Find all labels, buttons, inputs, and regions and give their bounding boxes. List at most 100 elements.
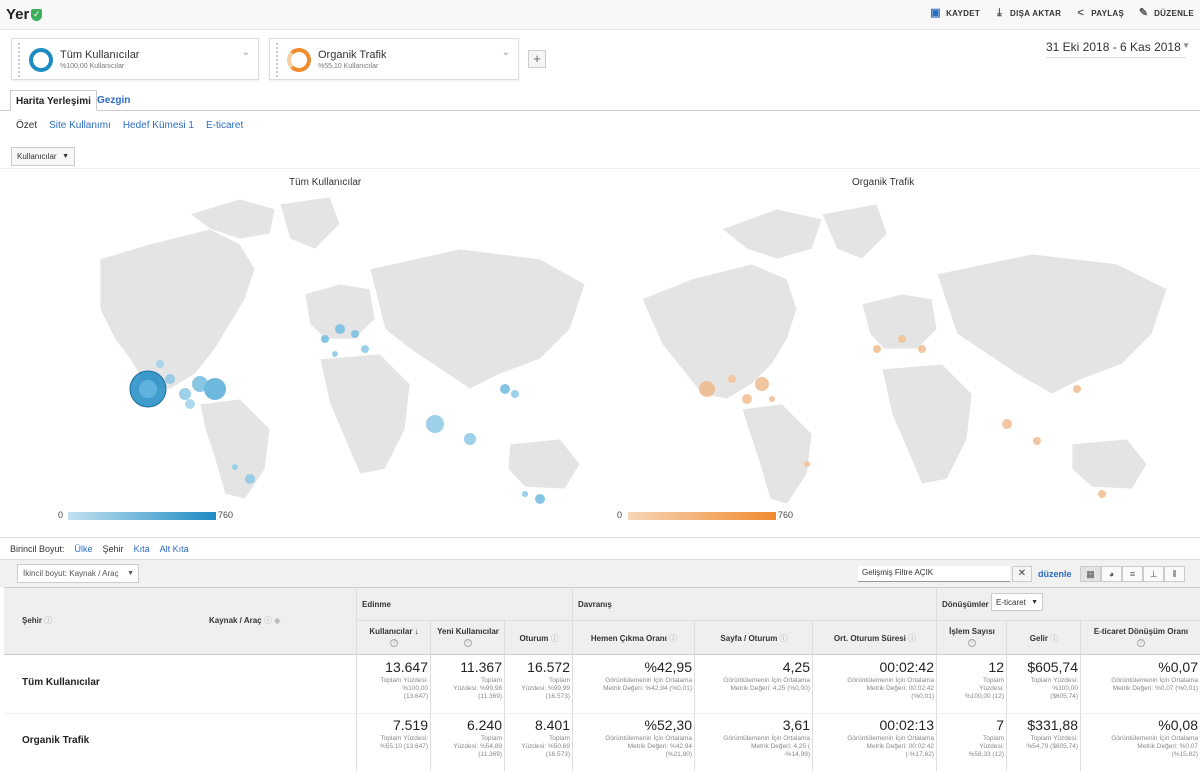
cell-value: 4,25 <box>782 659 810 675</box>
column-revenue[interactable]: Gelir ⓘ <box>1010 633 1078 644</box>
tab-map-overlay[interactable]: Harita Yerleşimi <box>10 90 97 111</box>
cell-subtext: Yüzdesi: %99,99 <box>521 685 570 692</box>
cell-subtext: Yüzdesi: <box>979 743 1004 750</box>
comparison-view-icon[interactable]: ⊥ <box>1143 566 1164 582</box>
column-transactions[interactable]: İşlem Sayısı? <box>940 627 1004 647</box>
dimension-continent[interactable]: Kıta <box>134 544 150 554</box>
edit-icon: ✎ <box>1138 7 1149 19</box>
data-table: Edinme Davranış Dönüşümler E-ticaret ▼ Ş… <box>4 587 1200 771</box>
table-view-switcher: ▦ ◕ ≡ ⊥ ⦀ <box>1080 566 1185 582</box>
performance-view-icon[interactable]: ≡ <box>1122 566 1143 582</box>
legend-min: 0 <box>58 510 64 520</box>
help-icon[interactable]: ⓘ <box>908 634 916 643</box>
help-icon[interactable]: ? <box>1137 639 1145 647</box>
drag-handle[interactable] <box>18 43 20 77</box>
cell-value: 7.519 <box>392 717 428 733</box>
cell-subtext: %100,00 (12) <box>964 693 1004 700</box>
help-icon[interactable]: ⓘ <box>264 616 272 625</box>
cell-subtext: Görüntülemenin İçin Ortalama <box>847 677 934 684</box>
grid-view-icon[interactable]: ▦ <box>1080 566 1101 582</box>
legend-max: 760 <box>778 510 794 520</box>
help-icon[interactable]: ? <box>464 639 472 647</box>
edit-button[interactable]: ✎ DÜZENLE <box>1138 8 1194 19</box>
table-cell: 13.647 Toplam Yüzdesi: %100,00 (13.647) <box>360 659 428 701</box>
save-button[interactable]: ▣ KAYDET <box>930 8 980 19</box>
pie-view-icon[interactable]: ◕ <box>1101 566 1122 582</box>
dimension-city[interactable]: Şehir <box>103 544 124 554</box>
verified-shield-icon <box>31 9 42 21</box>
table-controls: İkincil boyut: Kaynak / Araç ▼ Gelişmiş … <box>0 559 1200 587</box>
help-icon[interactable]: ⓘ <box>669 634 677 643</box>
subnav-site-usage[interactable]: Site Kullanımı <box>49 120 111 131</box>
advanced-filter-field[interactable]: Gelişmiş Filtre AÇIK <box>858 566 1010 582</box>
drag-handle[interactable] <box>276 43 278 77</box>
segment-card-all-users[interactable]: Tüm Kullanıcılar %100,00 Kullanıcılar ⌄ <box>11 38 259 80</box>
subnav-ecommerce[interactable]: E-ticaret <box>206 120 243 131</box>
column-city[interactable]: Şehir ⓘ <box>22 615 52 626</box>
export-icon: ⤓ <box>996 7 1003 19</box>
help-icon[interactable]: ⓘ <box>551 634 559 643</box>
subnav-summary[interactable]: Özet <box>16 120 37 131</box>
dimension-subcontinent[interactable]: Alt Kıta <box>160 544 189 554</box>
segment-name: Tüm Kullanıcılar <box>60 49 140 61</box>
export-button[interactable]: ⤓ DIŞA AKTAR <box>994 8 1061 19</box>
world-map-organic[interactable] <box>612 189 1192 509</box>
map-metric-select[interactable]: Kullanıcılar ▼ <box>11 147 75 166</box>
column-users[interactable]: Kullanıcılar ↓? <box>360 627 428 647</box>
date-range-picker[interactable]: 31 Eki 2018 - 6 Kas 2018 ▼ <box>1046 40 1190 58</box>
help-icon[interactable]: ⓘ <box>780 634 788 643</box>
top-bar: Yer ▣KAYDET ⤓DIŞA AKTAR <PAYLAŞ ✎DÜZENLE <box>0 0 1200 30</box>
table-cell: $605,74 Toplam Yüzdesi: %100,00 ($605,74) <box>1010 659 1078 701</box>
table-cell: 00:02:13 Görüntülemenin İçin Ortalama Metr… <box>816 717 934 759</box>
column-sessions[interactable]: Oturum ⓘ <box>508 633 570 644</box>
cell-subtext: %58,33 (12) <box>968 751 1004 758</box>
secondary-dimension-select[interactable]: İkincil boyut: Kaynak / Araç ▼ <box>17 564 139 583</box>
row-label: Tüm Kullanıcılar <box>22 677 100 688</box>
cell-subtext: Toplam <box>983 735 1004 742</box>
cell-subtext: (%0,01) <box>911 693 934 700</box>
table-cell: 6.240 Toplam Yüzdesi: %54,89 (11.369) <box>434 717 502 759</box>
add-segment-button[interactable]: + <box>528 50 546 68</box>
edit-filter-link[interactable]: düzenle <box>1038 569 1072 579</box>
chevron-down-icon: ▼ <box>1031 599 1038 606</box>
report-toolbar: ▣ KAYDET ⤓ DIŞA AKTAR < PAYLAŞ ✎ DÜZENLE <box>930 8 1194 19</box>
dimension-country[interactable]: Ülke <box>75 544 93 554</box>
chevron-down-icon[interactable]: ⌄ <box>242 47 250 58</box>
help-icon[interactable]: ⓘ <box>44 616 52 625</box>
tab-explorer[interactable]: Gezgin <box>92 90 135 111</box>
help-icon[interactable]: ? <box>390 639 398 647</box>
explorer-subnav: Özet Site Kullanımı Hedef Kümesi 1 E-tic… <box>16 120 243 131</box>
chevron-down-icon[interactable]: ⌄ <box>502 47 510 58</box>
cell-value: $605,74 <box>1027 659 1078 675</box>
cell-value: 00:02:42 <box>879 659 935 675</box>
cell-subtext: (13.647) <box>403 693 428 700</box>
column-source-medium[interactable]: Kaynak / Araç ⓘ ◈ <box>209 615 280 626</box>
column-bounce-rate[interactable]: Hemen Çıkma Oranı ⓘ <box>576 633 692 644</box>
table-cell: 12 Toplam Yüzdesi: %100,00 (12) <box>940 659 1004 701</box>
view-tabs: Harita Yerleşimi Gezgin <box>0 90 1200 111</box>
column-new-users[interactable]: Yeni Kullanıcılar? <box>434 627 502 647</box>
cell-subtext: Toplam <box>481 735 502 742</box>
cell-value: 13.647 <box>385 659 428 675</box>
column-ecommerce-conversion-rate[interactable]: E-ticaret Dönüşüm Oranı? <box>1084 627 1198 647</box>
clear-filter-button[interactable]: ✕ <box>1012 566 1032 582</box>
cell-value: $331,88 <box>1027 717 1078 733</box>
help-icon[interactable]: ⓘ <box>1050 634 1058 643</box>
pivot-view-icon[interactable]: ⦀ <box>1164 566 1185 582</box>
legend-gradient <box>628 512 776 520</box>
world-map-all-users[interactable] <box>40 189 600 509</box>
table-cell: 3,61 Görüntülemenin İçin Ortalama Metrik D… <box>698 717 810 759</box>
cell-subtext: Metrik Değeri: 00:02:42 <box>866 743 934 750</box>
cell-subtext: Metrik Değeri: 00:02:42 <box>866 685 934 692</box>
cell-subtext: (11.369) <box>478 693 502 700</box>
conversion-select[interactable]: E-ticaret ▼ <box>991 593 1043 611</box>
column-pages-per-session[interactable]: Sayfa / Oturum ⓘ <box>698 633 810 644</box>
subnav-goal-set[interactable]: Hedef Kümesi 1 <box>123 120 194 131</box>
help-icon[interactable]: ? <box>968 639 976 647</box>
share-button[interactable]: < PAYLAŞ <box>1075 8 1124 19</box>
column-avg-session-duration[interactable]: Ort. Oturum Süresi ⓘ <box>816 633 934 644</box>
remove-dimension-icon[interactable]: ◈ <box>274 616 280 625</box>
cell-subtext: Görüntülemenin İçin Ortalama <box>605 735 692 742</box>
segment-card-organic[interactable]: Organik Trafik %55,10 Kullanıcılar ⌄ <box>269 38 519 80</box>
legend-gradient <box>68 512 216 520</box>
